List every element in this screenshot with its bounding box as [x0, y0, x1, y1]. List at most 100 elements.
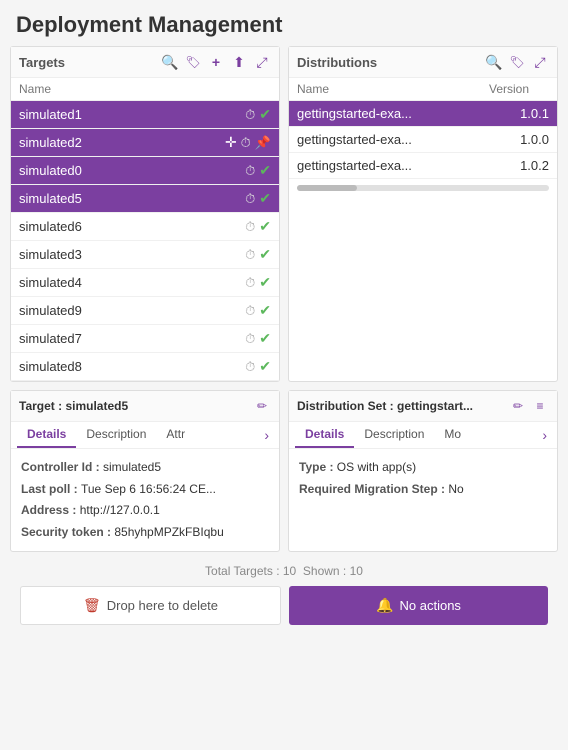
type-label: Type :	[299, 460, 337, 474]
clock-icon: ⏱	[245, 191, 255, 207]
check-icon: ✔	[259, 190, 271, 207]
table-row[interactable]: gettingstarted-exa... 1.0.2	[289, 153, 557, 179]
type-value: OS with app(s)	[337, 460, 416, 474]
table-row[interactable]: simulated1 ⏱ ✔	[11, 101, 279, 129]
distributions-tag-icon[interactable]: 🏷	[508, 53, 526, 71]
distributions-panel: Distributions 🔍 🏷 ⤢ Name Version getting…	[288, 46, 558, 382]
table-row[interactable]: simulated8 ⏱ ✔	[11, 353, 279, 381]
scrollbar-thumb[interactable]	[297, 185, 357, 191]
dist-edit-icon[interactable]: ✏	[509, 397, 527, 415]
dist-name: gettingstarted-exa...	[297, 106, 504, 121]
dist-name: gettingstarted-exa...	[297, 132, 504, 147]
target-name: simulated2	[19, 135, 223, 150]
table-row[interactable]: simulated6 ⏱ ✔	[11, 213, 279, 241]
table-row[interactable]: gettingstarted-exa... 1.0.1	[289, 101, 557, 127]
table-row[interactable]: simulated3 ⏱ ✔	[11, 241, 279, 269]
dist-col-version: Version	[489, 82, 549, 96]
check-icon: ✔	[259, 246, 271, 263]
target-name: simulated0	[19, 163, 245, 178]
target-tabs-row: Details Description Attr ›	[11, 422, 279, 449]
field-controller-id: Controller Id : simulated5	[21, 457, 269, 479]
check-icon: ✔	[259, 274, 271, 291]
bell-icon: 🔔	[376, 597, 393, 614]
table-row[interactable]: gettingstarted-exa... 1.0.0	[289, 127, 557, 153]
targets-add-icon[interactable]: +	[207, 53, 225, 71]
target-name: simulated7	[19, 331, 245, 346]
total-label: Total Targets : 10	[205, 564, 296, 578]
target-name: simulated8	[19, 359, 245, 374]
dist-version: 1.0.0	[504, 132, 549, 147]
target-detail-panel: Target : simulated5 ✏ Details Descriptio…	[10, 390, 280, 552]
dist-name: gettingstart...	[397, 399, 473, 413]
security-token-value: 85hyhpMPZkFBIqbu	[114, 525, 223, 539]
main-content: Targets 🔍 🏷 + ⬆ ⤢ Name simul	[0, 46, 568, 637]
distributions-panel-header: Distributions 🔍 🏷 ⤢	[289, 47, 557, 78]
last-poll-label: Last poll :	[21, 482, 81, 496]
field-type: Type : OS with app(s)	[299, 457, 547, 479]
scrollbar[interactable]	[297, 185, 549, 191]
pin-icon: 📌	[255, 135, 271, 151]
tab-details[interactable]: Details	[17, 422, 76, 448]
trash-icon: 🗑	[83, 597, 101, 614]
target-name: simulated4	[19, 275, 245, 290]
shown-label: Shown : 10	[303, 564, 363, 578]
check-icon: ✔	[259, 218, 271, 235]
targets-table-header: Name	[11, 78, 279, 101]
delete-button[interactable]: 🗑 Drop here to delete	[20, 586, 281, 625]
distribution-detail-title: Distribution Set : gettingstart...	[297, 399, 473, 413]
targets-panel-title: Targets	[19, 55, 65, 70]
target-edit-icon[interactable]: ✏	[253, 397, 271, 415]
controller-id-value: simulated5	[103, 460, 161, 474]
table-row[interactable]: simulated4 ⏱ ✔	[11, 269, 279, 297]
clock-icon: ⏱	[245, 107, 255, 123]
distributions-table-header: Name Version	[289, 78, 557, 101]
check-icon: ✔	[259, 106, 271, 123]
tab-next-arrow[interactable]: ›	[260, 427, 273, 443]
dist-detail-body: Type : OS with app(s) Required Migration…	[289, 449, 557, 508]
actions-button[interactable]: 🔔 No actions	[289, 586, 548, 625]
dist-name: gettingstarted-exa...	[297, 158, 504, 173]
dist-list-icon[interactable]: ≡	[531, 397, 549, 415]
actions-button-label: No actions	[400, 598, 461, 613]
distributions-search-icon[interactable]: 🔍	[485, 53, 503, 71]
table-row[interactable]: simulated2 ✛ ⏱ 📌	[11, 129, 279, 157]
target-detail-header: Target : simulated5 ✏	[11, 391, 279, 422]
targets-expand-icon[interactable]: ⤢	[253, 53, 271, 71]
field-security-token: Security token : 85hyhpMPZkFBIqbu	[21, 522, 269, 544]
migration-label: Required Migration Step :	[299, 482, 448, 496]
targets-tag-icon[interactable]: 🏷	[184, 53, 202, 71]
address-value: http://127.0.0.1	[80, 503, 160, 517]
targets-panel-icons: 🔍 🏷 + ⬆ ⤢	[161, 53, 271, 71]
distributions-panel-title: Distributions	[297, 55, 377, 70]
check-icon: ✔	[259, 330, 271, 347]
target-name: simulated9	[19, 303, 245, 318]
address-label: Address :	[21, 503, 80, 517]
page-title: Deployment Management	[0, 0, 568, 46]
delete-button-label: Drop here to delete	[107, 598, 218, 613]
target-name: simulated6	[19, 219, 245, 234]
clock-icon: ⏱	[245, 163, 255, 179]
field-address: Address : http://127.0.0.1	[21, 500, 269, 522]
table-row[interactable]: simulated7 ⏱ ✔	[11, 325, 279, 353]
target-name: simulated5	[65, 399, 128, 413]
tab-attr[interactable]: Attr	[156, 422, 195, 448]
table-row[interactable]: simulated0 ⏱ ✔	[11, 157, 279, 185]
distributions-expand-icon[interactable]: ⤢	[531, 53, 549, 71]
footer-actions: 🗑 Drop here to delete 🔔 No actions	[10, 586, 558, 637]
security-token-label: Security token :	[21, 525, 114, 539]
tab-description[interactable]: Description	[76, 422, 156, 448]
clock-icon: ⏱	[241, 135, 251, 151]
migration-value: No	[448, 482, 463, 496]
tab-dist-description[interactable]: Description	[354, 422, 434, 448]
bottom-panels: Target : simulated5 ✏ Details Descriptio…	[10, 390, 558, 552]
tab-dist-details[interactable]: Details	[295, 422, 354, 448]
table-row[interactable]: simulated9 ⏱ ✔	[11, 297, 279, 325]
dist-tab-next-arrow[interactable]: ›	[538, 427, 551, 443]
targets-panel: Targets 🔍 🏷 + ⬆ ⤢ Name simul	[10, 46, 280, 382]
table-row[interactable]: simulated5 ⏱ ✔	[11, 185, 279, 213]
targets-search-icon[interactable]: 🔍	[161, 53, 179, 71]
target-detail-body: Controller Id : simulated5 Last poll : T…	[11, 449, 279, 551]
targets-upload-icon[interactable]: ⬆	[230, 53, 248, 71]
dist-version: 1.0.1	[504, 106, 549, 121]
tab-dist-mo[interactable]: Mo	[434, 422, 471, 448]
